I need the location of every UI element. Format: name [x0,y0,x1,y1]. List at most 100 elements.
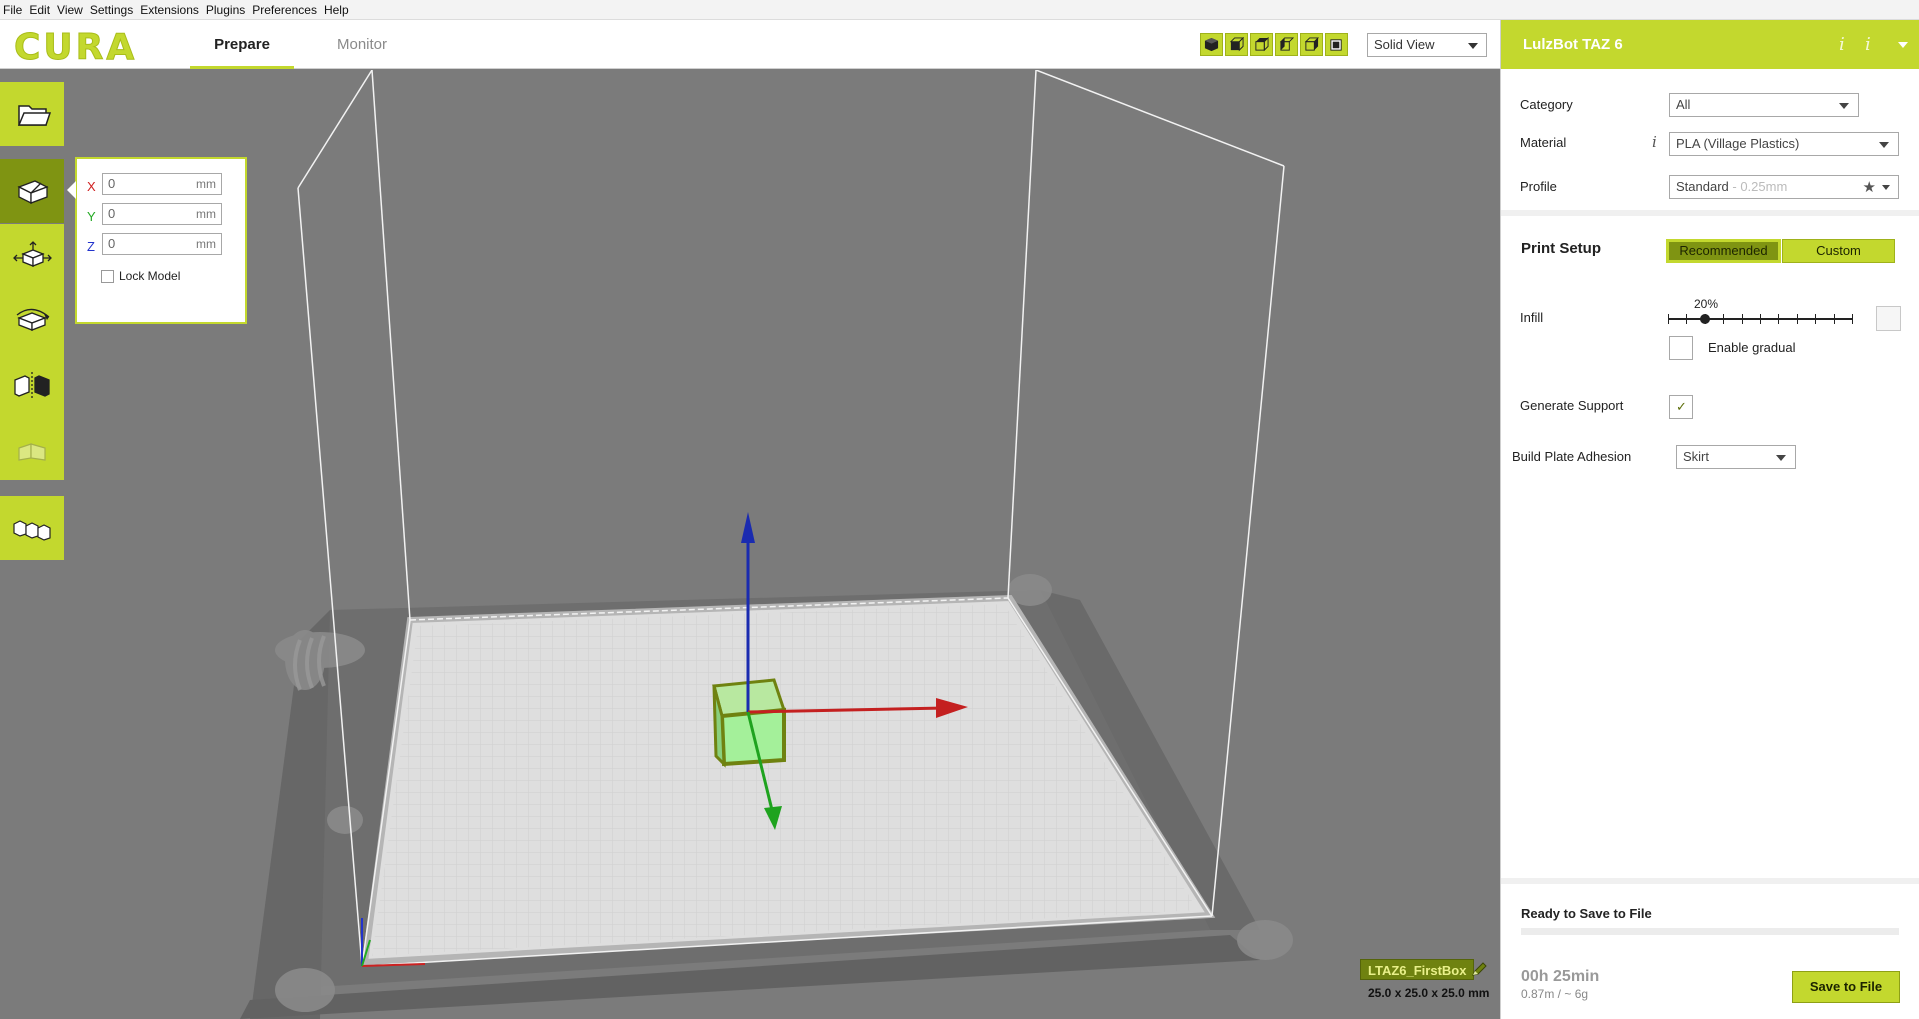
adhesion-value: Skirt [1683,449,1709,464]
menu-edit[interactable]: Edit [29,3,50,17]
slider-tick [1668,314,1669,324]
section-divider [1501,210,1919,216]
chevron-down-icon [1879,142,1889,148]
menu-help[interactable]: Help [324,3,349,17]
recommended-button[interactable]: Recommended [1666,239,1781,263]
x-ray-icon[interactable] [1325,33,1348,56]
view-mode-value: Solid View [1374,37,1435,52]
front-view-icon[interactable] [1225,33,1248,56]
slider-tick [1834,314,1835,324]
x-axis-label: X [87,179,96,194]
chevron-down-icon [1776,455,1786,461]
material-label: Material [1520,135,1567,150]
chevron-down-icon [1882,185,1890,190]
info-icon[interactable]: i [1865,20,1871,69]
rotate-icon [16,308,50,331]
info-icon[interactable]: i [1839,20,1845,69]
z-axis-label: Z [87,239,95,254]
category-dropdown[interactable]: All [1669,93,1859,117]
print-setup-title: Print Setup [1521,240,1602,257]
menu-view[interactable]: View [57,3,83,17]
header-bar: CURA Prepare Monitor Solid View [0,20,1500,69]
x-position-input[interactable]: 0 mm [102,173,222,195]
slider-tick [1778,314,1779,324]
lock-model-label: Lock Model [119,269,181,283]
translate-tool-button[interactable] [0,159,64,223]
model-name-label: LTAZ6_FirstBox [1360,959,1475,980]
y-position-input[interactable]: 0 mm [102,203,222,225]
generate-support-checkbox[interactable]: ✓ [1669,395,1693,419]
move-tool-button[interactable] [0,224,64,288]
slider-tick [1760,314,1761,324]
3d-view-icon[interactable] [1200,33,1223,56]
menu-plugins[interactable]: Plugins [206,3,245,17]
cura-window: File Edit View Settings Extensions Plugi… [0,0,1919,1019]
chevron-down-icon [1839,103,1849,109]
adhesion-dropdown[interactable]: Skirt [1676,445,1796,469]
chevron-down-icon[interactable] [1898,42,1908,48]
y-unit: mm [196,207,216,221]
position-panel: X 0 mm Y 0 mm Z 0 mm Lock Model [67,157,247,324]
menu-bar: File Edit View Settings Extensions Plugi… [0,0,1919,20]
profile-label: Profile [1520,179,1557,194]
category-label: Category [1520,97,1573,112]
slider-tick [1723,314,1724,324]
multiply-icon [13,520,51,541]
infill-label: Infill [1520,310,1544,325]
infill-slider-handle[interactable] [1699,314,1710,324]
multiply-tool-button[interactable] [0,496,64,560]
z-position-input[interactable]: 0 mm [102,233,222,255]
z-unit: mm [196,237,216,251]
menu-settings[interactable]: Settings [90,3,133,17]
enable-gradual-label: Enable gradual [1708,340,1796,355]
y-axis-label: Y [87,209,96,224]
left-view-icon[interactable] [1275,33,1298,56]
per-model-settings-button[interactable] [0,416,64,480]
tab-prepare[interactable]: Prepare [190,20,294,69]
check-icon: ✓ [1676,399,1687,414]
tab-monitor[interactable]: Monitor [310,20,414,69]
build-plate-adhesion-label: Build Plate Adhesion [1512,449,1632,464]
slider-tick [1852,314,1853,324]
pencil-icon[interactable] [1469,960,1489,980]
lock-model-checkbox[interactable] [101,270,114,283]
material-info-icon[interactable]: i [1652,133,1657,151]
menu-extensions[interactable]: Extensions [140,3,199,17]
section-divider [1501,878,1919,884]
progress-bar [1521,928,1899,935]
mirror-tool-button[interactable] [0,352,64,416]
z-position-value: 0 [108,236,116,251]
menu-preferences[interactable]: Preferences [252,3,317,17]
view-orientation-buttons [1200,33,1348,56]
infill-value: 20% [1694,297,1719,311]
custom-button[interactable]: Custom [1782,239,1895,263]
right-view-icon[interactable] [1300,33,1323,56]
material-dropdown[interactable]: PLA (Village Plastics) [1669,132,1899,156]
rotate-tool-button[interactable] [0,288,64,352]
open-file-button[interactable] [0,82,64,146]
printer-selector[interactable]: LulzBot TAZ 6 i i [1501,20,1919,69]
star-icon: ★ [1862,179,1876,196]
view-mode-dropdown[interactable]: Solid View [1367,33,1487,57]
printer-name: LulzBot TAZ 6 [1523,36,1623,53]
print-time: 00h 25min [1521,968,1600,985]
generate-support-label: Generate Support [1520,398,1624,413]
enable-gradual-checkbox[interactable] [1669,336,1693,360]
profile-dropdown[interactable]: Standard - 0.25mm ★ [1669,175,1899,199]
material-usage: 0.87m / ~ 6g [1521,987,1589,1001]
mirror-icon [14,372,50,398]
model-dimensions: 25.0 x 25.0 x 25.0 mm [1368,986,1490,1000]
top-view-icon[interactable] [1250,33,1273,56]
slider-tick [1686,314,1687,324]
slice-status: Ready to Save to File [1521,906,1652,921]
open-file-icon [17,105,52,126]
chevron-down-icon [1468,43,1478,49]
menu-file[interactable]: File [3,3,22,17]
slider-tick [1797,314,1798,324]
category-value: All [1676,97,1691,112]
x-unit: mm [196,177,216,191]
save-to-file-button[interactable]: Save to File [1792,971,1900,1003]
y-position-value: 0 [108,206,116,221]
per-model-settings-icon [18,443,46,461]
slider-tick [1742,314,1743,324]
